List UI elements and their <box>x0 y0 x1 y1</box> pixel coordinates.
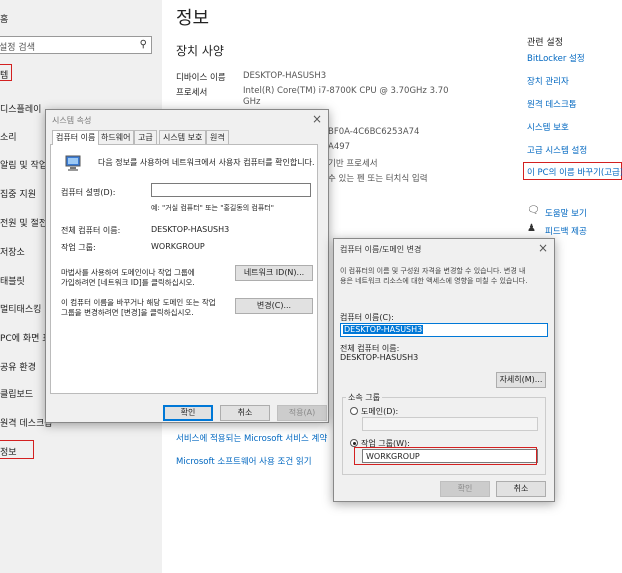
spec-value-device-name: DESKTOP-HASUSH3 <box>243 71 327 81</box>
device-spec-heading: 장치 사양 <box>176 44 224 58</box>
spec-label-device-name: 디바이스 이름 <box>176 73 226 83</box>
sysprops-intro: 다음 정보를 사용하여 네트워크에서 사용자 컴퓨터를 확인합니다. <box>98 158 315 167</box>
sidebar-item-sound[interactable]: 소리 <box>0 130 17 143</box>
help-icon: 🗨 <box>527 205 540 216</box>
system-protection-link[interactable]: 시스템 보호 <box>527 121 569 133</box>
spec-value-product-id: BF0A-4C6BC6253A74 <box>328 127 420 137</box>
apply-button[interactable]: 적용(A) <box>277 405 327 421</box>
computer-description-label: 컴퓨터 설명(D): <box>61 188 116 197</box>
sidebar-item-projecting[interactable]: PC에 화면 표 <box>0 331 51 344</box>
member-of-label: 소속 그룹 <box>346 392 382 403</box>
search-placeholder: 설정 검색 <box>0 43 35 53</box>
tab-computer-name[interactable]: 컴퓨터 이름 <box>52 130 100 145</box>
advanced-system-link[interactable]: 고급 시스템 설정 <box>527 144 587 156</box>
sidebar-item-shared[interactable]: 공유 환경 <box>0 360 36 373</box>
computer-name-panel: 다음 정보를 사용하여 네트워크에서 사용자 컴퓨터를 확인합니다. 컴퓨터 설… <box>50 144 318 394</box>
feedback-link[interactable]: 피드백 제공 <box>545 225 587 237</box>
tab-advanced[interactable]: 고급 <box>134 130 157 144</box>
sidebar-item-power[interactable]: 전원 및 절전 <box>0 216 47 229</box>
computer-icon <box>64 154 84 174</box>
sidebar-item-multitasking[interactable]: 멀티태스킹 <box>0 302 41 315</box>
change-text-2: 그룹을 변경하려면 [변경]을 클릭하십시오. <box>61 308 194 317</box>
sidebar-item-clipboard[interactable]: 클립보드 <box>0 387 33 400</box>
change-button[interactable]: 변경(C)... <box>235 298 313 314</box>
spec-value-pen-touch: 수 있는 펜 또는 터치식 입력 <box>328 174 428 184</box>
device-manager-link[interactable]: 장치 관리자 <box>527 75 569 87</box>
domain-label: 도메인(D): <box>361 407 399 416</box>
get-help-link[interactable]: 도움말 보기 <box>545 207 587 219</box>
rename-dialog-title: 컴퓨터 이름/도메인 변경 <box>340 245 422 254</box>
feedback-icon: ♟ <box>527 223 536 234</box>
settings-search-input[interactable]: 설정 검색 ⚲ <box>0 36 152 54</box>
bitlocker-link[interactable]: BitLocker 설정 <box>527 52 585 64</box>
services-agreement-link[interactable]: 서비스에 적용되는 Microsoft 서비스 계약 <box>176 432 327 444</box>
system-properties-title: 시스템 속성 <box>52 116 92 125</box>
domain-input[interactable] <box>362 417 538 431</box>
tab-hardware[interactable]: 하드웨어 <box>97 130 135 144</box>
rename-ok-button[interactable]: 확인 <box>440 481 490 497</box>
related-settings-title: 관련 설정 <box>527 38 563 48</box>
more-button[interactable]: 자세히(M)... <box>496 372 546 388</box>
spec-value-system-type: 기반 프로세서 <box>328 159 378 169</box>
workgroup-value: WORKGROUP <box>151 242 205 251</box>
spec-label-processor: 프로세서 <box>176 88 208 98</box>
full-computer-name-label: 전체 컴퓨터 이름: <box>61 226 121 235</box>
sidebar-item-tablet[interactable]: 태블릿 <box>0 274 25 287</box>
search-icon: ⚲ <box>139 39 147 50</box>
tab-system-protection[interactable]: 시스템 보호 <box>159 130 207 144</box>
description-example: 예: "거실 컴퓨터" 또는 "홍길동의 컴퓨터" <box>151 204 274 212</box>
network-id-text-2: 가입하려면 [네트워크 ID]를 클릭하십시오. <box>61 278 195 287</box>
system-properties-dialog: 시스템 속성 × 컴퓨터 이름 하드웨어 고급 시스템 보호 원격 다음 정보를… <box>45 109 329 423</box>
close-icon[interactable]: × <box>538 241 548 255</box>
sidebar-item-system[interactable]: 템 <box>0 68 8 81</box>
sidebar-home[interactable]: 홈 <box>0 12 8 25</box>
sidebar-item-focus[interactable]: 집중 지원 <box>0 187 36 200</box>
spec-value-processor-unit: GHz <box>243 97 261 107</box>
remote-desktop-link[interactable]: 원격 데스크톱 <box>527 98 577 110</box>
workgroup-radio[interactable] <box>350 439 358 447</box>
highlight-box-workgroup <box>354 447 537 465</box>
computer-name-selected-text: DESKTOP-HASUSH3 <box>343 325 424 334</box>
full-computer-name-value: DESKTOP-HASUSH3 <box>151 225 230 234</box>
computer-description-input[interactable] <box>151 183 311 197</box>
license-terms-link[interactable]: Microsoft 소프트웨어 사용 조건 읽기 <box>176 455 312 467</box>
sidebar-item-display[interactable]: 디스플레이 <box>0 102 41 115</box>
computer-name-label: 컴퓨터 이름(C): <box>340 313 394 322</box>
workgroup-label: 작업 그룹: <box>61 243 96 252</box>
rename-intro-2: 용은 네트워크 리소스에 대한 액세스에 영향을 미칠 수 있습니다. <box>340 277 528 285</box>
domain-radio[interactable] <box>350 407 358 415</box>
rename-pc-link[interactable]: 이 PC의 이름 바꾸기(고급) <box>527 166 622 178</box>
computer-name-input[interactable]: DESKTOP-HASUSH3 <box>340 323 548 337</box>
sidebar-item-storage[interactable]: 저장소 <box>0 245 25 258</box>
tab-remote[interactable]: 원격 <box>206 130 229 144</box>
rename-cancel-button[interactable]: 취소 <box>496 481 546 497</box>
spec-value-processor: Intel(R) Core(TM) i7-8700K CPU @ 3.70GHz… <box>243 86 449 96</box>
sidebar-item-notifications[interactable]: 알림 및 작업 <box>0 158 47 171</box>
ok-button[interactable]: 확인 <box>163 405 213 421</box>
page-title: 정보 <box>176 8 210 29</box>
rename-intro-1: 이 컴퓨터의 이름 및 구성원 자격을 변경할 수 있습니다. 변경 내 <box>340 267 526 275</box>
rename-full-name-value: DESKTOP-HASUSH3 <box>340 353 419 362</box>
network-id-button[interactable]: 네트워크 ID(N)... <box>235 265 313 281</box>
close-icon[interactable]: × <box>312 112 322 126</box>
sidebar-item-about[interactable]: 정보 <box>0 445 17 458</box>
cancel-button[interactable]: 취소 <box>220 405 270 421</box>
spec-value-id-tail: A497 <box>328 142 351 152</box>
